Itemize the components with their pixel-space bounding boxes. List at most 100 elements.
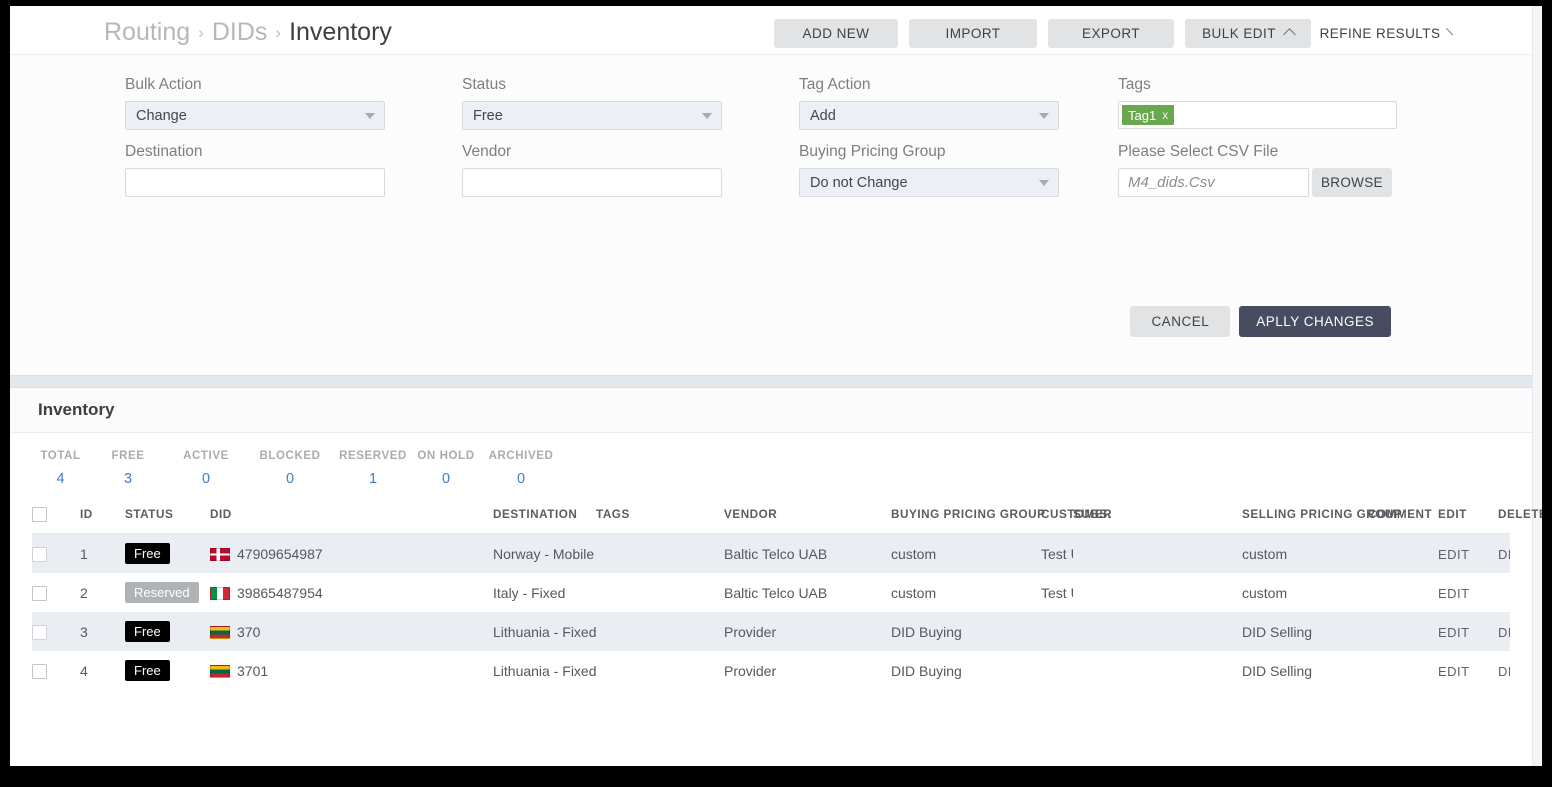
edit-link[interactable]: EDIT — [1438, 625, 1470, 640]
cell-edit: EDIT — [1438, 651, 1498, 690]
cell-did: 3701 — [210, 651, 493, 690]
delete-link[interactable]: DELETE — [1498, 664, 1510, 679]
stat-value[interactable]: 1 — [335, 471, 411, 487]
breadcrumb-item-dids[interactable]: DIDs — [212, 18, 268, 46]
status-badge: Free — [125, 621, 170, 642]
chevron-down-icon — [1446, 27, 1454, 36]
col-destination: DESTINATION — [493, 499, 596, 534]
cell-tags — [596, 612, 724, 651]
stat-value[interactable]: 0 — [245, 471, 335, 487]
bulk-edit-button[interactable]: BULK EDIT — [1185, 19, 1311, 48]
did-value: 39865487954 — [237, 584, 323, 601]
cell-comment — [1368, 651, 1438, 690]
inventory-stats: TOTAL 4 FREE 3 ACTIVE 0 BLOCKED 0 RESERVED 1 ON HO… — [10, 433, 1532, 499]
destination-input[interactable] — [125, 168, 385, 197]
cell-subs — [1073, 612, 1242, 651]
stat-value[interactable]: 4 — [32, 471, 89, 487]
did-value: 47909654987 — [237, 545, 323, 562]
col-id: ID — [80, 499, 125, 534]
cell-selling-pricing-group: custom — [1242, 545, 1288, 562]
cell-status: Free — [125, 612, 210, 651]
select-all-header — [32, 499, 80, 534]
flag-icon-lt — [210, 625, 230, 639]
table-row[interactable]: 1 Free 47909654987 Norway - Mobile ... Balti… — [32, 533, 1510, 574]
csv-file-input[interactable] — [1118, 168, 1309, 197]
inventory-header: Inventory — [10, 388, 1532, 433]
cell-selling-pricing-group: custom — [1242, 584, 1288, 601]
cell-edit: EDIT — [1438, 573, 1498, 612]
cell-buying-pricing-group: DID Buying — [891, 623, 962, 640]
row-checkbox[interactable] — [32, 585, 47, 601]
chevron-down-icon — [365, 113, 375, 119]
apply-changes-button[interactable]: APLLY CHANGES — [1239, 306, 1391, 337]
delete-link[interactable]: DELETE — [1498, 625, 1510, 640]
row-checkbox-cell — [32, 651, 80, 690]
col-did: DID — [210, 499, 493, 534]
select-all-checkbox[interactable] — [32, 507, 47, 522]
chevron-down-icon — [1039, 113, 1049, 119]
cell-delete: DELETE — [1498, 651, 1510, 690]
add-new-button[interactable]: ADD NEW — [774, 19, 898, 48]
edit-link[interactable]: EDIT — [1438, 547, 1470, 562]
inventory-table: ID STATUS DID DESTINATION TAGS VENDOR BU… — [32, 499, 1542, 690]
stat-value[interactable]: 3 — [89, 471, 167, 487]
stat-value[interactable]: 0 — [411, 471, 481, 487]
cell-customer: Test User Account — [1041, 584, 1073, 601]
inventory-table-body: 1 Free 47909654987 Norway - Mobile ... Balti… — [32, 533, 1510, 690]
destination-label: Destination — [125, 143, 203, 160]
row-checkbox[interactable] — [32, 546, 47, 562]
stat-value[interactable]: 0 — [481, 471, 561, 487]
breadcrumb-item-routing[interactable]: Routing — [104, 18, 190, 46]
cell-comment — [1368, 534, 1438, 574]
stat-label: ACTIVE — [183, 450, 229, 462]
stat-total: TOTAL 4 — [32, 450, 89, 487]
col-tags: TAGS — [596, 499, 724, 534]
table-row[interactable]: 4 Free 3701 Lithuania - Fixed Provider DID Bu… — [32, 651, 1510, 690]
tag-action-select[interactable]: Add — [799, 101, 1059, 130]
cell-status: Reserved — [125, 573, 210, 612]
tags-input[interactable]: Tag1 x — [1118, 101, 1397, 129]
page-scrollbar[interactable] — [1532, 6, 1542, 766]
col-comment: COMMENT — [1368, 499, 1438, 534]
bulk-action-value: Change — [136, 107, 187, 124]
chevron-up-icon — [1283, 28, 1296, 41]
field-status: Status Free — [462, 75, 722, 130]
cell-vendor: Baltic Telco UAB — [724, 584, 828, 601]
table-row[interactable]: 2 Reserved 39865487954 Italy - Fixed Baltic … — [32, 573, 1510, 612]
cell-buying-pricing-group: custom — [891, 545, 937, 562]
delete-link[interactable]: DELETE — [1498, 547, 1510, 562]
vendor-input[interactable] — [462, 168, 722, 197]
import-button[interactable]: IMPORT — [909, 19, 1037, 48]
row-checkbox[interactable] — [32, 624, 47, 640]
cell-selling-pricing-group: DID Selling — [1242, 623, 1313, 640]
status-select[interactable]: Free — [462, 101, 722, 130]
table-row[interactable]: 3 Free 370 Lithuania - Fixed Provider DID Buy… — [32, 612, 1510, 651]
cell-tags — [596, 651, 724, 690]
tag-remove-icon[interactable]: x — [1162, 108, 1168, 122]
cancel-button[interactable]: CANCEL — [1130, 306, 1231, 337]
panel-action-buttons: CANCEL APLLY CHANGES — [1130, 306, 1391, 337]
edit-link[interactable]: EDIT — [1438, 664, 1470, 679]
browse-button[interactable]: BROWSE — [1312, 168, 1392, 197]
table-header-row: ID STATUS DID DESTINATION TAGS VENDOR BU… — [32, 499, 1542, 534]
stat-label: TOTAL — [40, 450, 81, 462]
bulk-action-select[interactable]: Change — [125, 101, 385, 130]
stat-value[interactable]: 0 — [167, 471, 245, 487]
row-checkbox[interactable] — [32, 663, 47, 679]
buying-pricing-group-select[interactable]: Do not Change — [799, 168, 1059, 197]
refine-results-label: REFINE RESULTS — [1319, 26, 1441, 41]
buying-pricing-group-label: Buying Pricing Group — [799, 143, 946, 160]
cell-comment — [1368, 612, 1438, 651]
col-buying-pricing-group: BUYING PRICING GROUP — [891, 499, 1045, 534]
refine-results-button[interactable]: REFINE RESULTS — [1319, 19, 1454, 48]
cell-id: 4 — [80, 662, 88, 679]
cell-delete: DELETE — [1498, 534, 1510, 574]
top-action-buttons: ADD NEW IMPORT EXPORT BULK EDIT REFINE R… — [774, 19, 1454, 48]
cell-destination: Lithuania - Fixed — [493, 662, 596, 679]
edit-link[interactable]: EDIT — [1438, 586, 1470, 601]
col-subs: SUBS. — [1073, 499, 1242, 534]
inventory-table-wrap: ID STATUS DID DESTINATION TAGS VENDOR BU… — [10, 499, 1542, 690]
export-button[interactable]: EXPORT — [1048, 19, 1174, 48]
cell-status: Free — [125, 651, 210, 690]
cell-vendor: Provider — [724, 623, 777, 640]
